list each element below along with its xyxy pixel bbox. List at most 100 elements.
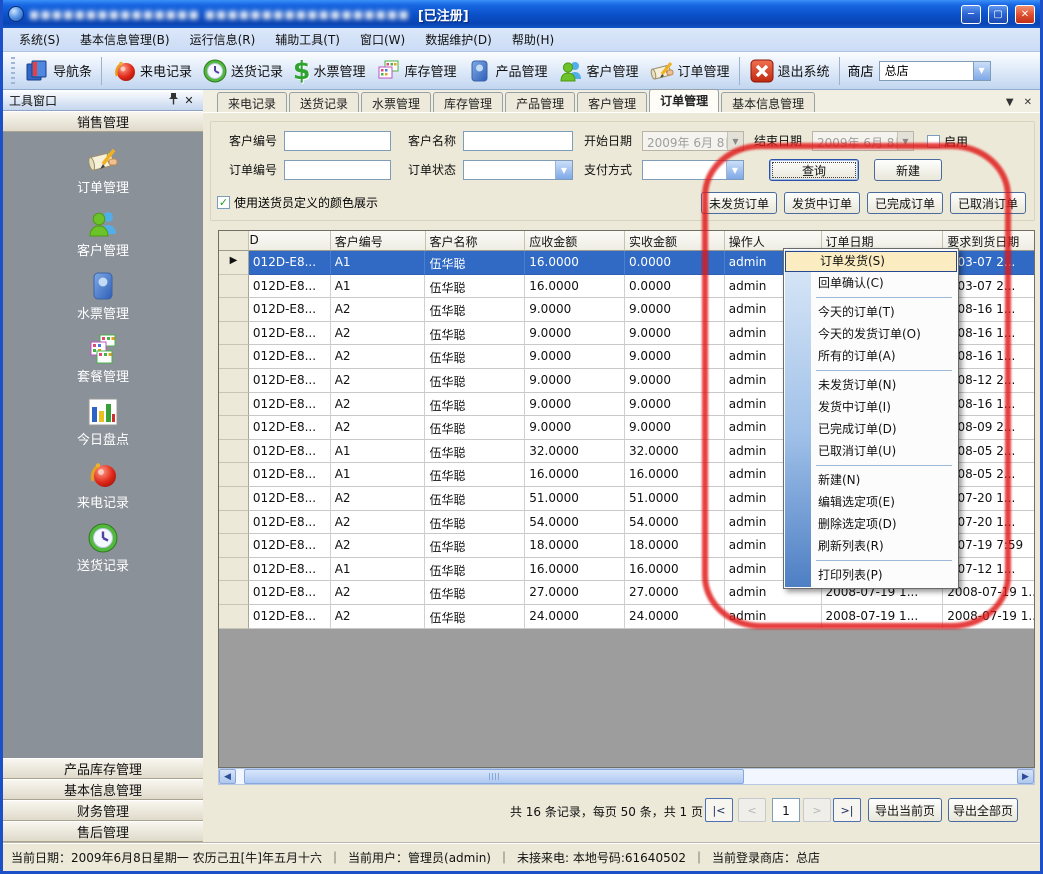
sidebar-item-combo[interactable]: 套餐管理 (3, 333, 203, 396)
close-button[interactable]: ✕ (1015, 5, 1035, 24)
scrollbar-thumb[interactable] (244, 769, 744, 784)
toolbar-exit-button[interactable]: 退出系统 (744, 55, 835, 87)
menu-basic-info[interactable]: 基本信息管理(B) (70, 28, 180, 51)
sidebar-item-delivery-log[interactable]: 送货记录 (3, 522, 203, 585)
context-menu-item[interactable]: 打印列表(P) (784, 564, 958, 586)
toolbar-delivery-log-button[interactable]: 送货记录 (197, 55, 288, 87)
sidebar-item-daily-check[interactable]: 今日盘点 (3, 396, 203, 459)
column-header-id[interactable]: ID (249, 231, 331, 251)
context-menu-item[interactable]: 已完成订单(D) (784, 418, 958, 440)
toolbar-nav-button[interactable]: 导航条 (19, 55, 97, 87)
customer-no-input[interactable] (284, 131, 391, 151)
tab-scroll-icon[interactable]: ▼ (1006, 97, 1014, 108)
next-page-button[interactable]: > (803, 798, 831, 822)
order-status-select[interactable]: ▼ (463, 160, 573, 180)
row-selector[interactable] (219, 534, 249, 558)
toolbar-product-button[interactable]: 产品管理 (461, 55, 552, 87)
tab-product[interactable]: 产品管理 (505, 92, 575, 112)
row-selector[interactable] (219, 558, 249, 582)
tab-close-icon[interactable]: ✕ (1024, 97, 1032, 108)
filter-shipping-button[interactable]: 发货中订单 (784, 192, 860, 214)
export-current-page-button[interactable]: 导出当前页 (868, 798, 942, 822)
chevron-down-icon[interactable]: ▼ (973, 62, 990, 80)
context-menu-item[interactable]: 新建(N) (784, 469, 958, 491)
toolbar-inventory-button[interactable]: 库存管理 (370, 55, 461, 87)
tab-delivery-log[interactable]: 送货记录 (289, 92, 359, 112)
column-header-customer-name[interactable]: 客户名称 (426, 231, 526, 251)
row-selector[interactable] (219, 487, 249, 511)
scroll-right-icon[interactable]: ▶ (1017, 769, 1034, 784)
store-select[interactable]: 总店 ▼ (879, 61, 991, 81)
sidebar-group-sales[interactable]: 销售管理 (3, 111, 203, 132)
context-menu-item[interactable]: 编辑选定项(E) (784, 491, 958, 513)
toolbar-call-log-button[interactable]: 来电记录 (106, 55, 197, 87)
row-selector[interactable] (219, 275, 249, 299)
context-menu-item[interactable]: 未发货订单(N) (784, 374, 958, 396)
tab-call-log[interactable]: 来电记录 (217, 92, 287, 112)
column-header-received[interactable]: 实收金额 (625, 231, 725, 251)
row-selector[interactable] (219, 345, 249, 369)
sidebar-group-after-sales[interactable]: 售后管理 (3, 821, 203, 842)
scrollbar-track[interactable] (236, 769, 1017, 784)
context-menu-item[interactable]: 发货中订单(I) (784, 396, 958, 418)
scroll-left-icon[interactable]: ◀ (219, 769, 236, 784)
minimize-button[interactable]: ─ (961, 5, 981, 24)
new-button[interactable]: 新建 (874, 159, 942, 181)
query-button[interactable]: 查询 (769, 159, 859, 181)
close-icon[interactable]: ✕ (181, 94, 197, 107)
context-menu-item[interactable]: 所有的订单(A) (784, 345, 958, 367)
filter-cancelled-button[interactable]: 已取消订单 (950, 192, 1026, 214)
toolbar-water-ticket-button[interactable]: $ 水票管理 (288, 55, 370, 87)
tab-water-ticket[interactable]: 水票管理 (361, 92, 431, 112)
sidebar-group-finance[interactable]: 财务管理 (3, 800, 203, 821)
row-selector[interactable] (219, 416, 249, 440)
context-menu-item[interactable]: 回单确认(C) (784, 272, 958, 294)
column-header-receivable[interactable]: 应收金额 (525, 231, 625, 251)
context-menu-item[interactable]: 今天的订单(T) (784, 301, 958, 323)
row-selector[interactable] (219, 511, 249, 535)
tab-customer[interactable]: 客户管理 (577, 92, 647, 112)
row-selector[interactable] (219, 605, 249, 629)
sidebar-item-call-log[interactable]: 来电记录 (3, 459, 203, 522)
context-menu-item[interactable]: 删除选定项(D) (784, 513, 958, 535)
start-date-picker[interactable]: 2009年 6月 8日 ▼ (642, 131, 744, 151)
first-page-button[interactable]: |< (705, 798, 733, 822)
page-number-input[interactable]: 1 (772, 798, 800, 822)
table-row[interactable]: 012D-E8...A2伍华聪24.000024.0000admin2008-0… (219, 605, 1034, 629)
row-selector[interactable] (219, 393, 249, 417)
tab-order[interactable]: 订单管理 (649, 89, 719, 112)
menu-system[interactable]: 系统(S) (9, 28, 70, 51)
export-all-pages-button[interactable]: 导出全部页 (948, 798, 1018, 822)
prev-page-button[interactable]: < (738, 798, 766, 822)
delivery-color-checkbox[interactable]: ✓ 使用送货员定义的颜色展示 (217, 194, 378, 210)
toolbar-order-button[interactable]: 订单管理 (644, 55, 735, 87)
pin-icon[interactable] (165, 92, 181, 108)
sidebar-item-order[interactable]: 订单管理 (3, 144, 203, 207)
column-header-customer-no[interactable]: 客户编号 (331, 231, 426, 251)
menu-data-maint[interactable]: 数据维护(D) (415, 28, 502, 51)
context-menu-item[interactable]: 今天的发货订单(O) (784, 323, 958, 345)
sidebar-item-customer[interactable]: 客户管理 (3, 207, 203, 270)
end-date-picker[interactable]: 2009年 6月 8日 ▼ (812, 131, 914, 151)
row-selector[interactable] (219, 463, 249, 487)
row-selector[interactable] (219, 298, 249, 322)
row-selector[interactable] (219, 581, 249, 605)
context-menu-item[interactable]: 订单发货(S) (785, 251, 957, 272)
context-menu-item[interactable]: 已取消订单(U) (784, 440, 958, 462)
horizontal-scrollbar[interactable]: ◀ ▶ (218, 768, 1035, 785)
row-selector[interactable] (219, 322, 249, 346)
enable-checkbox[interactable]: 启用 (927, 133, 968, 149)
filter-unshipped-button[interactable]: 未发货订单 (701, 192, 777, 214)
sidebar-group-product-inventory[interactable]: 产品库存管理 (3, 758, 203, 779)
maximize-button[interactable]: ▢ (988, 5, 1008, 24)
sidebar-group-basic-info[interactable]: 基本信息管理 (3, 779, 203, 800)
customer-name-input[interactable] (463, 131, 573, 151)
row-selector[interactable] (219, 440, 249, 464)
row-selector[interactable] (219, 369, 249, 393)
last-page-button[interactable]: >| (833, 798, 861, 822)
menu-help[interactable]: 帮助(H) (502, 28, 564, 51)
filter-completed-button[interactable]: 已完成订单 (867, 192, 943, 214)
tab-inventory[interactable]: 库存管理 (433, 92, 503, 112)
toolbar-customer-button[interactable]: 客户管理 (553, 55, 644, 87)
menu-window[interactable]: 窗口(W) (350, 28, 415, 51)
